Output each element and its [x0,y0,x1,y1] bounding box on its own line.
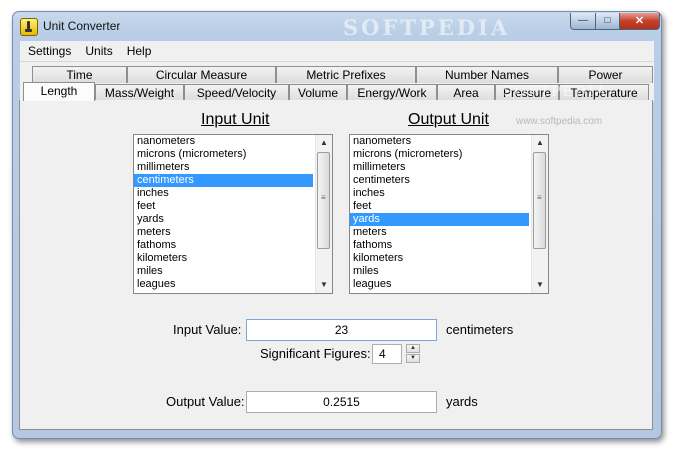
input-unit-name: centimeters [446,322,514,337]
output-value-field[interactable]: 0.2515 [246,391,437,413]
spin-up-icon[interactable]: ▲ [406,344,420,353]
tab-speed-velocity[interactable]: Speed/Velocity [184,84,289,101]
tab-number-names[interactable]: Number Names [416,66,558,83]
tab-metric-prefixes[interactable]: Metric Prefixes [276,66,416,83]
list-item[interactable]: nanometers [134,135,332,148]
list-item[interactable]: leagues [350,278,548,291]
list-item[interactable]: fathoms [350,239,548,252]
tab-area[interactable]: Area [437,84,495,101]
spin-down-icon[interactable]: ▼ [406,354,420,363]
list-item[interactable]: kilometers [350,252,548,265]
list-item[interactable]: kilometers [134,252,332,265]
input-value-label: Input Value: [173,322,242,337]
significant-figures-input[interactable]: 4 [372,344,402,364]
input-value-field[interactable]: 23 [246,319,437,341]
input-unit-title: Input Unit [201,111,270,128]
output-value-label: Output Value: [166,394,245,409]
scroll-up-arrow-icon[interactable]: ▲ [316,135,332,151]
list-item[interactable]: millimeters [350,161,548,174]
grip-icon: ≡ [537,193,542,202]
window-title: Unit Converter [43,19,121,33]
output-unit-title: Output Unit [408,111,489,128]
app-icon[interactable] [20,18,38,36]
list-item[interactable]: inches [350,187,548,200]
scroll-up-arrow-icon[interactable]: ▲ [532,135,548,151]
input-list-scrollbar[interactable]: ▲ ≡ ▼ [315,135,332,293]
scroll-down-arrow-icon[interactable]: ▼ [316,277,332,293]
list-item[interactable]: fathoms [134,239,332,252]
list-item[interactable]: centimeters [350,174,548,187]
list-item[interactable]: leagues [134,278,332,291]
significant-figures-label: Significant Figures: [260,346,371,361]
tab-volume[interactable]: Volume [289,84,347,101]
list-item[interactable]: miles [134,265,332,278]
title-bar[interactable]: Unit Converter SOFTPEDIA — □ ✕ [13,12,661,41]
menu-help[interactable]: Help [119,41,158,58]
input-unit-listbox[interactable]: nanometers microns (micrometers) millime… [133,134,333,294]
list-item[interactable]: inches [134,187,332,200]
list-item[interactable]: miles [350,265,548,278]
list-item[interactable]: nanometers [350,135,548,148]
list-item[interactable]: yards [134,213,332,226]
tab-strip: Time Circular Measure Metric Prefixes Nu… [20,62,654,102]
list-item[interactable]: feet [350,200,548,213]
watermark-url: www.softpedia.com [516,116,603,127]
softpedia-watermark: SOFTPEDIA [343,15,511,40]
list-item[interactable]: meters [350,226,548,239]
tab-energy-work[interactable]: Energy/Work [347,84,437,101]
tab-length[interactable]: Length [23,82,95,101]
list-item[interactable]: microns (micrometers) [134,148,332,161]
tab-mass-weight[interactable]: Mass/Weight [95,84,184,101]
list-item[interactable]: millimeters [134,161,332,174]
minimize-button[interactable]: — [570,13,596,30]
close-button[interactable]: ✕ [619,13,660,30]
tab-watermark: SOFTPEDIA [503,84,608,100]
list-item-selected[interactable]: yards [350,213,529,226]
length-tab-panel: www.softpedia.com Input Unit nanometers … [19,100,653,430]
tab-time[interactable]: Time [32,66,127,83]
tab-power[interactable]: Power [558,66,653,83]
scroll-thumb[interactable]: ≡ [533,152,546,249]
list-item-selected[interactable]: centimeters [134,174,313,187]
output-unit-name: yards [446,394,478,409]
output-unit-listbox[interactable]: nanometers microns (micrometers) millime… [349,134,549,294]
output-list-scrollbar[interactable]: ▲ ≡ ▼ [531,135,548,293]
menu-settings[interactable]: Settings [20,41,77,58]
grip-icon: ≡ [321,193,326,202]
tab-circular-measure[interactable]: Circular Measure [127,66,276,83]
list-item[interactable]: meters [134,226,332,239]
menu-units[interactable]: Units [77,41,118,58]
menu-bar: Settings Units Help [20,41,654,62]
maximize-button[interactable]: □ [595,13,620,30]
scroll-down-arrow-icon[interactable]: ▼ [532,277,548,293]
list-item[interactable]: microns (micrometers) [350,148,548,161]
list-item[interactable]: feet [134,200,332,213]
scroll-thumb[interactable]: ≡ [317,152,330,249]
